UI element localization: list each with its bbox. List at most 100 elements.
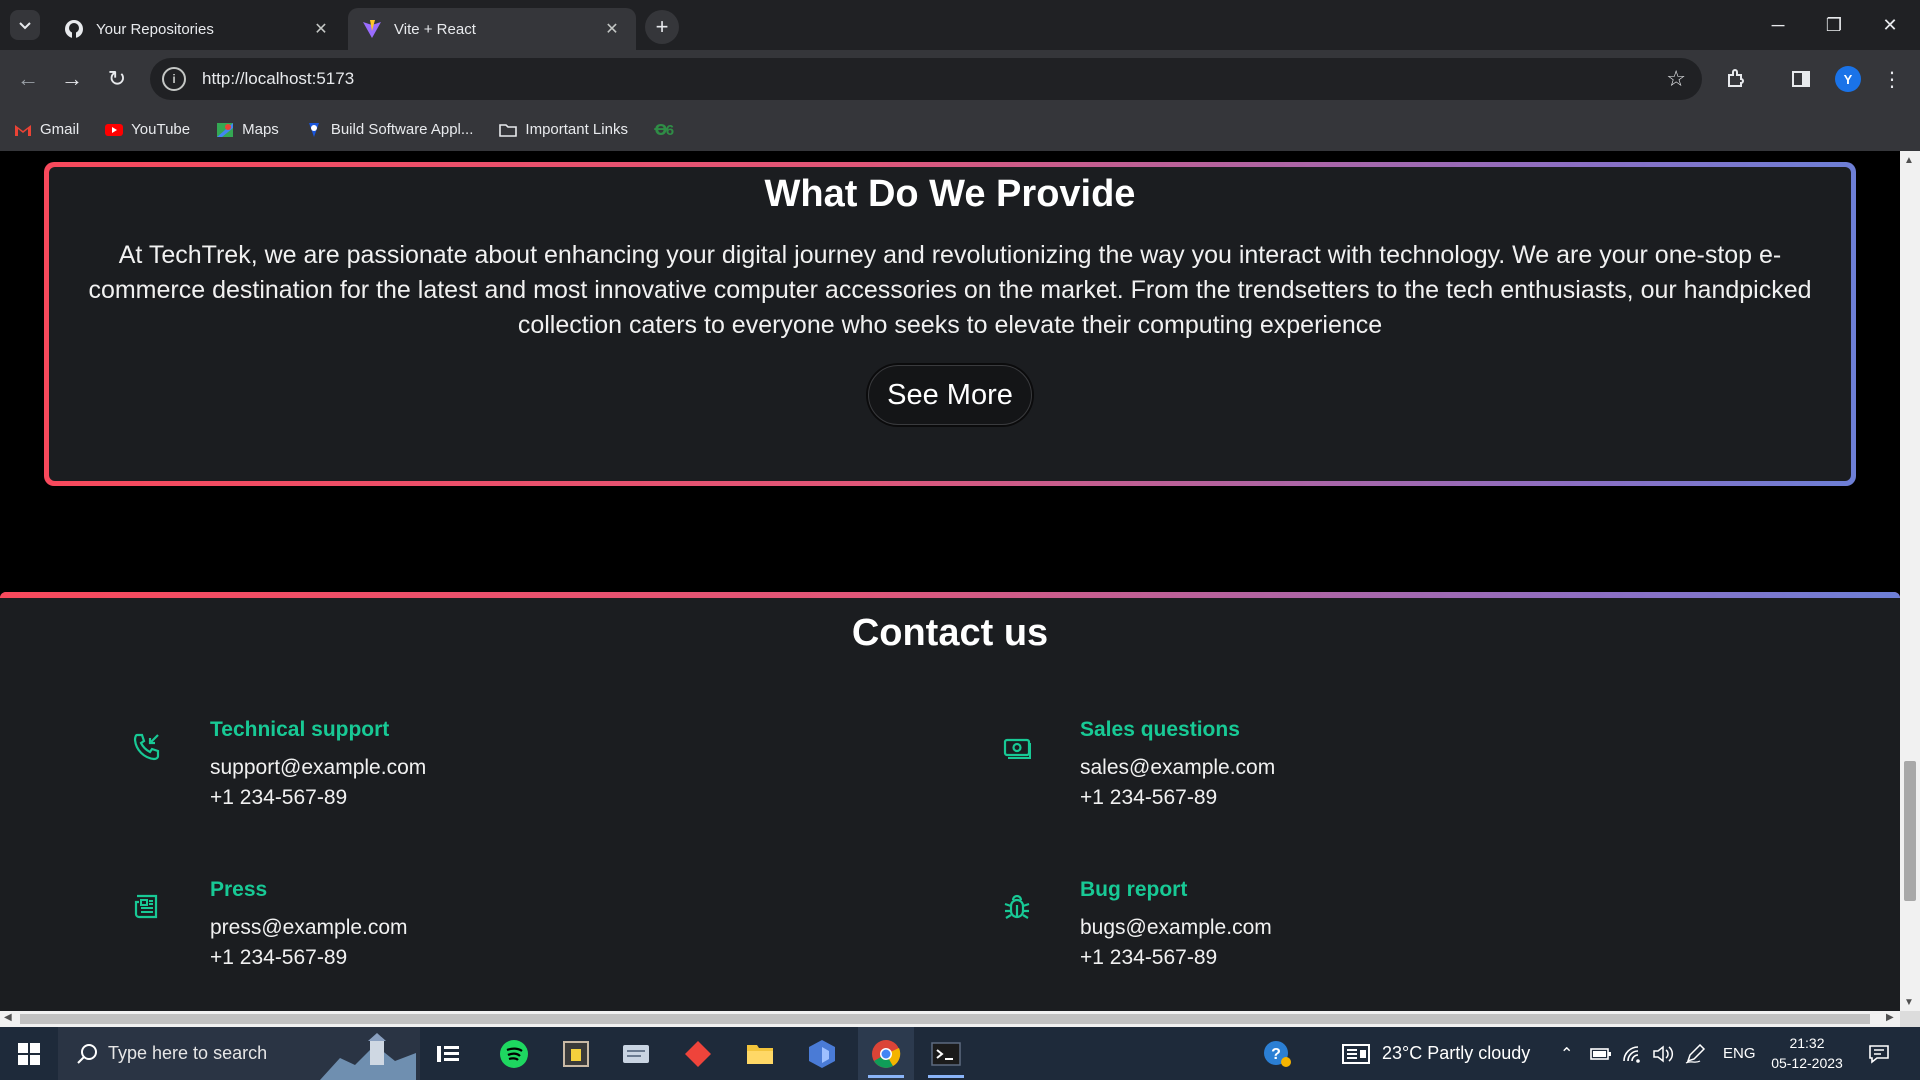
spotify-icon <box>500 1039 528 1068</box>
scroll-up-icon[interactable]: ▲ <box>1904 155 1914 166</box>
taskbar-clock[interactable]: 21:32 05-12-2023 <box>1762 1033 1852 1073</box>
terminal-app[interactable] <box>918 1027 974 1080</box>
contact-label: Sales questions <box>1080 718 1240 741</box>
diamond-icon <box>685 1040 711 1067</box>
scrollbar-corner <box>1900 1011 1920 1027</box>
help-tray-icon[interactable]: ? <box>1262 1027 1292 1080</box>
what-we-provide-title: What Do We Provide <box>764 173 1136 215</box>
speaker-icon <box>1653 1044 1674 1063</box>
calculator-app[interactable] <box>548 1027 604 1080</box>
windows-taskbar: Type here to search ? 23°C Partly cloudy… <box>0 1027 1920 1080</box>
horizontal-scrollbar[interactable]: ◀ ▶ <box>0 1011 1900 1027</box>
build-icon <box>308 122 319 137</box>
bookmark-youtube[interactable]: YouTube <box>105 121 190 138</box>
browser-menu-icon[interactable]: ⋮ <box>1876 63 1908 95</box>
address-bar[interactable]: i http://localhost:5173 ☆ <box>150 58 1702 100</box>
tab-strip: Your Repositories ✕ Vite + React ✕ + ─ ❐… <box>0 0 1920 50</box>
spotify-app[interactable] <box>486 1027 542 1080</box>
chrome-app[interactable] <box>858 1027 914 1080</box>
scroll-right-icon[interactable]: ▶ <box>1886 1012 1894 1023</box>
contact-label: Press <box>210 878 268 901</box>
file-explorer-app[interactable] <box>732 1027 788 1080</box>
profile-avatar[interactable]: Y <box>1835 66 1861 92</box>
tab-your-repositories[interactable]: Your Repositories ✕ <box>50 8 345 50</box>
browser-toolbar: ← → ↻ i http://localhost:5173 ☆ ⋮ <box>0 50 1920 108</box>
bookmark-build-software[interactable]: Build Software Appl... <box>305 121 473 138</box>
contact-email: sales@example.com <box>1080 756 1276 779</box>
browser-chrome: Your Repositories ✕ Vite + React ✕ + ─ ❐… <box>0 0 1920 151</box>
youtube-icon <box>105 123 124 136</box>
vertical-scroll-thumb[interactable] <box>1904 761 1916 901</box>
bookmark-star-icon[interactable]: ☆ <box>1666 66 1686 92</box>
site-info-icon[interactable]: i <box>162 67 186 91</box>
bookmark-maps[interactable]: Maps <box>216 121 279 138</box>
new-tab-button[interactable]: + <box>645 10 679 44</box>
url-text: http://localhost:5173 <box>202 69 355 88</box>
side-panel-icon[interactable] <box>1785 63 1817 95</box>
battery-tray-icon[interactable] <box>1590 1027 1612 1080</box>
chrome-icon <box>872 1039 901 1068</box>
bug-icon <box>1004 894 1030 919</box>
wifi-icon <box>1623 1045 1640 1063</box>
tab-title: Your Repositories <box>96 20 214 38</box>
hexagon-app-icon <box>809 1039 835 1068</box>
help-icon: ? <box>1264 1040 1291 1067</box>
cash-icon <box>1003 738 1031 759</box>
bookmarks-bar: Gmail YouTube Maps Build Software Appl..… <box>0 108 1920 151</box>
extensions-icon[interactable] <box>1720 63 1752 95</box>
what-we-provide-card: What Do We Provide At TechTrek, we are p… <box>44 162 1856 486</box>
bookmark-gmail[interactable]: Gmail <box>14 121 79 138</box>
show-hidden-icons[interactable]: ⌃ <box>1560 1027 1573 1080</box>
restore-button[interactable]: ❐ <box>1806 0 1862 50</box>
bookmark-important-links[interactable]: Important Links <box>499 121 628 138</box>
contact-email: support@example.com <box>210 756 427 779</box>
battery-icon <box>1590 1047 1611 1060</box>
github-icon <box>65 20 83 38</box>
language-indicator[interactable]: ENG <box>1723 1027 1756 1080</box>
contact-phone: +1 234-567-89 <box>1080 946 1218 969</box>
vertical-scrollbar[interactable]: ▲ ▼ <box>1900 151 1920 1011</box>
start-button[interactable] <box>0 1027 58 1080</box>
tab-search-button[interactable] <box>10 10 40 40</box>
vscode-app[interactable] <box>794 1027 850 1080</box>
close-window-button[interactable]: ✕ <box>1862 0 1918 50</box>
close-tab-icon[interactable]: ✕ <box>311 19 331 39</box>
contact-phone: +1 234-567-89 <box>210 946 348 969</box>
see-more-button[interactable]: See More <box>868 365 1032 425</box>
contact-email: bugs@example.com <box>1080 916 1272 939</box>
taskbar-search-placeholder: Type here to search <box>108 1043 268 1063</box>
search-highlight-image <box>320 1033 416 1080</box>
pen-icon <box>1685 1043 1706 1064</box>
pen-tray-icon[interactable] <box>1685 1027 1707 1080</box>
forward-button[interactable]: → <box>56 63 88 95</box>
close-tab-icon[interactable]: ✕ <box>602 19 622 39</box>
contact-label: Bug report <box>1080 878 1188 901</box>
folder-icon <box>499 123 518 137</box>
taskbar-search[interactable]: Type here to search <box>58 1027 420 1080</box>
weather-icon <box>1342 1043 1370 1064</box>
weather-widget[interactable]: 23°C Partly cloudy <box>1342 1027 1530 1080</box>
tab-title: Vite + React <box>394 20 476 38</box>
notifications-button[interactable] <box>1868 1027 1890 1080</box>
horizontal-scroll-thumb[interactable] <box>20 1014 1870 1024</box>
volume-tray-icon[interactable] <box>1652 1027 1674 1080</box>
what-we-provide-text: At TechTrek, we are passionate about enh… <box>88 241 1812 339</box>
app-icon <box>563 1040 589 1067</box>
bookmark-geeksforgeeks[interactable]: Ꝋ6 <box>654 121 674 139</box>
network-tray-icon[interactable] <box>1622 1027 1644 1080</box>
task-view-button[interactable] <box>420 1027 476 1080</box>
reload-button[interactable]: ↻ <box>101 63 133 95</box>
chevron-down-icon <box>19 22 31 30</box>
search-icon <box>77 1044 97 1064</box>
tab-vite-react[interactable]: Vite + React ✕ <box>348 8 636 50</box>
sticky-notes-app[interactable] <box>608 1027 664 1080</box>
clock-time: 21:32 <box>1789 1035 1825 1051</box>
scroll-left-icon[interactable]: ◀ <box>4 1012 12 1023</box>
contact-phone: +1 234-567-89 <box>210 786 348 809</box>
minimize-button[interactable]: ─ <box>1750 0 1806 50</box>
terminal-icon <box>931 1041 961 1066</box>
back-button[interactable]: ← <box>12 63 44 95</box>
contact-section: Contact us Technical support support@exa… <box>0 592 1900 1011</box>
scroll-down-icon[interactable]: ▼ <box>1904 997 1914 1008</box>
anydesk-app[interactable] <box>670 1027 726 1080</box>
